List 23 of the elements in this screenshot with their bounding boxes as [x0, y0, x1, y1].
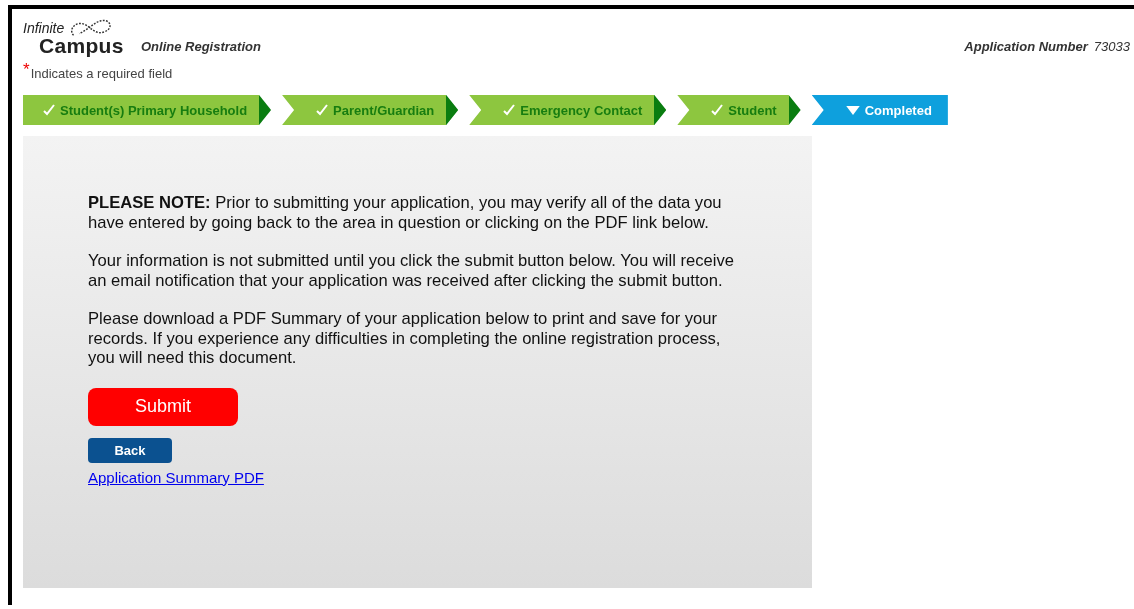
progress-step[interactable]: Student(s) Primary Household: [23, 95, 272, 125]
check-icon: [711, 104, 724, 116]
application-number-label: Application Number: [964, 39, 1088, 54]
pdf-link[interactable]: Application Summary PDF: [88, 468, 264, 486]
app-title: Online Registration: [141, 39, 261, 54]
check-icon: [43, 104, 55, 116]
back-button[interactable]: Back: [88, 437, 172, 463]
progress-step[interactable]: Student: [677, 95, 801, 125]
paragraph: Please download a PDF Summary of your application below to print and save for your records. If you experience any difficulties in completing the online registration process, you will need this document.: [88, 309, 722, 368]
paragraph: Your information is not submitted until you click the submit button below. You will receive an email notification that your application was received after clicking the submit button.: [88, 251, 735, 290]
progress-step[interactable]: Parent/Guardian: [282, 95, 459, 125]
submit-button[interactable]: Submit: [88, 387, 238, 426]
logo-text: Campus: [39, 37, 125, 55]
caret-icon: [845, 105, 860, 115]
application-number: 73033: [1093, 39, 1130, 54]
check-icon: [316, 104, 329, 116]
paragraph: PLEASE NOTE: Prior to submitting your application, you may verify all of the data you have entered by going back to the area in question or clicking on the PDF link below.: [88, 193, 723, 232]
required-note: Indicates a required field: [30, 66, 173, 81]
logo-text: Infinite: [23, 20, 65, 36]
progress-step[interactable]: Emergency Contact: [469, 95, 667, 125]
required-asterisk: *: [23, 63, 30, 77]
check-icon: [503, 104, 516, 116]
progress-step[interactable]: Completed: [811, 95, 948, 125]
